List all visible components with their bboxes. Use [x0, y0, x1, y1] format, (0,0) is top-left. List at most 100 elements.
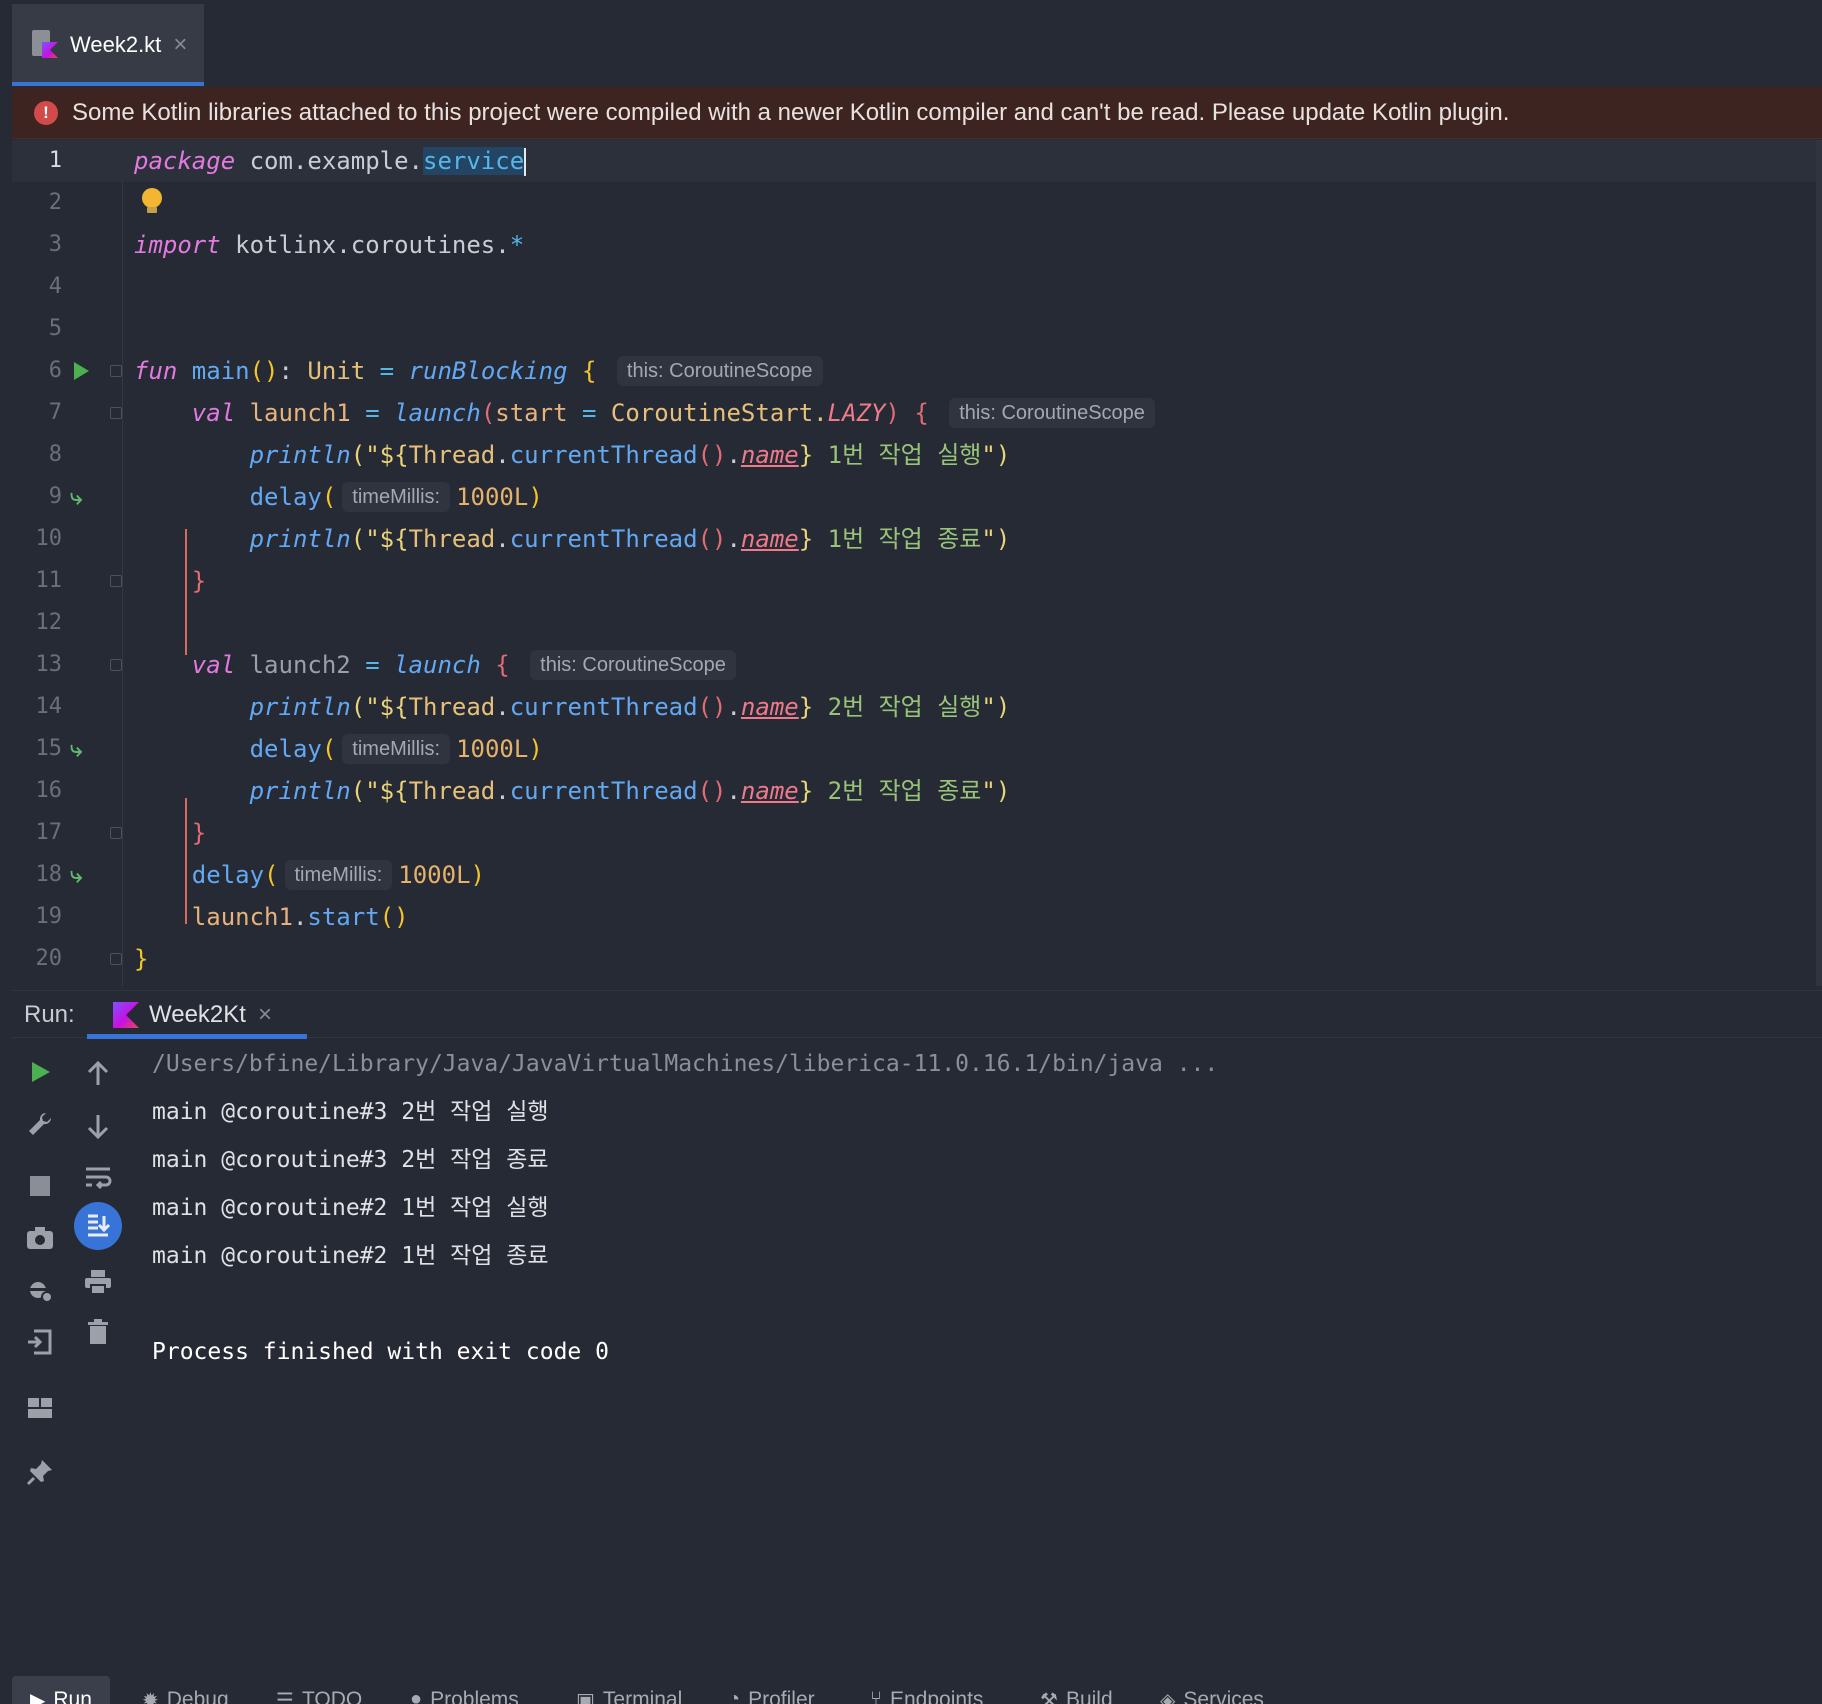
line-number: 3 — [48, 232, 62, 257]
kotlin-icon — [113, 1002, 139, 1028]
param-name: start — [495, 399, 568, 427]
fold-icon[interactable] — [110, 575, 122, 587]
paren: () — [697, 777, 727, 805]
fold-icon[interactable] — [110, 407, 122, 419]
fold-icon[interactable] — [110, 365, 122, 377]
run-gutter-icon[interactable] — [74, 362, 89, 380]
line-number: 11 — [35, 568, 63, 593]
string-end: ") — [981, 441, 1011, 469]
fold-icon[interactable] — [110, 827, 122, 839]
code-line-13[interactable]: 13 val launch2 = launch { this: Coroutin… — [12, 644, 1816, 686]
brace: { — [899, 399, 929, 427]
code-line-12[interactable]: 12 — [12, 602, 1816, 644]
todo-tool-label: TODO — [301, 1688, 363, 1704]
debug-tool-button[interactable]: ✹ Debug — [142, 1688, 229, 1704]
keyword: val — [191, 651, 236, 679]
number-literal: 1000L — [456, 735, 529, 763]
line-number: 6 — [48, 358, 62, 383]
layout-icon[interactable] — [20, 1388, 60, 1428]
print-icon[interactable] — [78, 1262, 118, 1302]
problems-tool-button[interactable]: ● Problems — [410, 1688, 519, 1704]
debug-settings-icon[interactable] — [20, 1270, 60, 1310]
dot: . — [726, 441, 741, 469]
services-tool-label: Services — [1183, 1688, 1264, 1704]
run-tool-button[interactable]: ▶ Run — [12, 1676, 110, 1704]
endpoints-tool-button[interactable]: ⑂ Endpoints — [870, 1688, 983, 1704]
stop-icon[interactable] — [20, 1166, 60, 1206]
dot: . — [495, 693, 510, 721]
code-line-5[interactable]: 5 — [12, 308, 1816, 350]
run-panel-title: Run: — [24, 1001, 75, 1028]
services-tool-button[interactable]: ◈ Services — [1160, 1688, 1264, 1704]
lightbulb-icon[interactable] — [142, 188, 162, 216]
class-name: Thread — [408, 693, 496, 721]
play-icon: ▶ — [30, 1690, 46, 1704]
code-line-18[interactable]: 18 ⤷ delay(timeMillis: 1000L) — [12, 854, 1816, 896]
code-line-2[interactable]: 2 — [12, 182, 1816, 224]
code-line-19[interactable]: 19 launch1.start() — [12, 896, 1816, 938]
pin-icon[interactable] — [20, 1452, 60, 1492]
build-tool-button[interactable]: ⚒ Build — [1040, 1688, 1113, 1704]
line-number: 15 — [35, 736, 63, 761]
code-line-8[interactable]: 8 println("${Thread.currentThread().name… — [12, 434, 1816, 476]
camera-icon[interactable] — [20, 1218, 60, 1258]
package-path: com.example. — [235, 147, 423, 175]
code-line-10[interactable]: 10 println("${Thread.currentThread().nam… — [12, 518, 1816, 560]
hammer-icon: ⚒ — [1040, 1690, 1058, 1704]
class-name: Thread — [408, 525, 496, 553]
string-template-close: } — [798, 777, 814, 805]
code-line-3[interactable]: 3 import kotlinx.coroutines.* — [12, 224, 1816, 266]
services-icon: ◈ — [1160, 1690, 1176, 1704]
code-line-17[interactable]: 17 } — [12, 812, 1816, 854]
restore-layout-icon[interactable] — [20, 1322, 60, 1362]
code-line-20[interactable]: 20 } — [12, 938, 1816, 980]
code-line-9[interactable]: 9 ⤷ delay(timeMillis: 1000L) — [12, 476, 1816, 518]
close-icon[interactable]: × — [258, 1001, 272, 1029]
run-panel-header: Run: Week2Kt × — [12, 990, 1822, 1039]
code-line-4[interactable]: 4 — [12, 266, 1816, 308]
code-line-11[interactable]: 11 } — [12, 560, 1816, 602]
paren: ( — [350, 777, 366, 805]
inlay-hint: timeMillis: — [342, 734, 451, 764]
code-line-14[interactable]: 14 println("${Thread.currentThread().nam… — [12, 686, 1816, 728]
terminal-tool-button[interactable]: ▣ Terminal — [576, 1688, 682, 1704]
import-star: * — [509, 231, 525, 259]
function-call: println — [249, 441, 351, 469]
property: name — [740, 441, 799, 469]
fold-icon[interactable] — [110, 659, 122, 671]
function-call: currentThread — [509, 525, 698, 553]
paren: ) — [470, 861, 485, 889]
function-call: delay — [249, 735, 322, 763]
problems-tool-label: Problems — [430, 1688, 519, 1704]
code-editor[interactable]: 1 package com.example.service 2 3 import… — [12, 140, 1822, 986]
string-template-open: "${ — [365, 525, 409, 553]
trash-icon[interactable] — [78, 1312, 118, 1352]
paren: () — [697, 525, 727, 553]
suspend-call-icon: ⤷ — [70, 862, 83, 887]
string-template-open: "${ — [365, 777, 409, 805]
keyword: package — [134, 147, 236, 175]
run-tab-week2kt[interactable]: Week2Kt × — [87, 991, 307, 1039]
wrench-icon[interactable] — [20, 1104, 60, 1144]
code-line-7[interactable]: 7 val launch1 = launch(start = Coroutine… — [12, 392, 1816, 434]
profiler-tool-button[interactable]: ◔ Profiler — [728, 1688, 815, 1704]
code-line-16[interactable]: 16 println("${Thread.currentThread().nam… — [12, 770, 1816, 812]
editor-scrollbar[interactable] — [1816, 140, 1822, 986]
code-line-1[interactable]: 1 package com.example.service — [12, 140, 1816, 182]
paren: ( — [321, 735, 337, 763]
code-line-6[interactable]: 6 fun main(): Unit = runBlocking { this:… — [12, 350, 1816, 392]
rerun-icon[interactable] — [20, 1052, 60, 1092]
paren: ( — [264, 861, 279, 889]
todo-tool-button[interactable]: ☰ TODO — [276, 1688, 362, 1704]
scroll-to-end-icon[interactable] — [74, 1202, 122, 1250]
soft-wrap-icon[interactable] — [78, 1158, 118, 1198]
paren: () — [249, 357, 279, 385]
fold-icon[interactable] — [110, 953, 122, 965]
close-icon[interactable]: × — [173, 31, 187, 59]
string-literal: 1번 작업 종료 — [813, 525, 982, 553]
code-line-15[interactable]: 15 ⤷ delay(timeMillis: 1000L) — [12, 728, 1816, 770]
arrow-up-icon[interactable] — [78, 1054, 118, 1094]
arrow-down-icon[interactable] — [78, 1106, 118, 1146]
editor-tab-week2-kt[interactable]: Week2.kt × — [12, 4, 204, 86]
console-command-line: /Users/bfine/Library/Java/JavaVirtualMac… — [152, 1051, 1219, 1077]
